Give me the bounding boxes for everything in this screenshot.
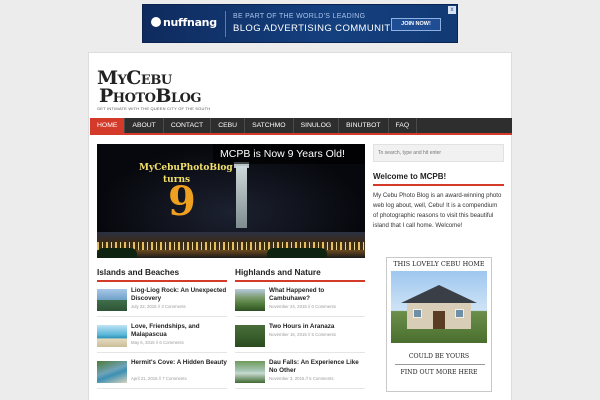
- house-roof: [401, 285, 477, 303]
- post-item[interactable]: Love, Friendships, and Malapascua May 6,…: [97, 323, 227, 353]
- nuffnang-logo: nuffnang: [151, 16, 217, 29]
- post-thumbnail[interactable]: [235, 325, 265, 347]
- post-title[interactable]: Dau Falls: An Experience Like No Other: [269, 359, 365, 375]
- logo-line-2: PhotoBlog: [99, 85, 202, 107]
- slider-art-number: 9: [168, 178, 196, 225]
- logo-tagline: GET INTIMATE WITH THE QUEEN CITY OF THE …: [97, 106, 211, 111]
- post-meta: May 6, 2015 // 6 Comments: [131, 340, 184, 345]
- post-title[interactable]: Love, Friendships, and Malapascua: [131, 323, 227, 339]
- post-meta: November 24, 2015 // 0 Comments: [269, 304, 336, 309]
- house-ad-cta[interactable]: FIND OUT MORE HERE: [387, 369, 491, 376]
- house-window: [455, 309, 464, 318]
- post-meta: July 22, 2015 // 3 Comments: [131, 304, 186, 309]
- house-door: [433, 311, 445, 329]
- page-container: MyCebu PhotoBlog GET INTIMATE WITH THE Q…: [88, 52, 512, 400]
- welcome-heading: Welcome to MCPB!: [373, 172, 504, 186]
- post-item[interactable]: Two Hours in Aranaza November 16, 2015 /…: [235, 323, 365, 353]
- post-thumbnail[interactable]: [235, 361, 265, 383]
- ad-close-icon[interactable]: x: [448, 6, 456, 14]
- ad-divider: [225, 11, 226, 37]
- nav-item-contact[interactable]: CONTACT: [164, 118, 212, 133]
- section-heading-highlands[interactable]: Highlands and Nature: [235, 267, 365, 282]
- ad-line-1: BE PART OF THE WORLD'S LEADING: [233, 13, 366, 20]
- featured-slider[interactable]: MyCebuPhotoBlog turns 9 MCPB is Now 9 Ye…: [97, 144, 365, 258]
- house-window: [413, 309, 422, 318]
- post-title[interactable]: Hermit's Cove: A Hidden Beauty: [131, 359, 227, 367]
- ad-join-button[interactable]: JOIN NOW!: [391, 18, 441, 31]
- house-photo[interactable]: [391, 271, 487, 343]
- trees-right: [267, 248, 327, 258]
- post-meta: November 3, 2015 // 5 Comments: [269, 376, 334, 381]
- post-meta: April 21, 2015 // 7 Comments: [131, 376, 187, 381]
- nav-item-binutbot[interactable]: BINUTBOT: [339, 118, 389, 133]
- ad-banner[interactable]: nuffnang BE PART OF THE WORLD'S LEADING …: [142, 4, 458, 43]
- house-ad-divider: [395, 364, 485, 365]
- house-ad-mid-text: COULD BE YOURS: [408, 353, 470, 360]
- nav-item-satchmo[interactable]: SATCHMO: [245, 118, 294, 133]
- main-nav: HOME ABOUT CONTACT CEBU SATCHMO SINULOG …: [90, 118, 512, 135]
- post-thumbnail[interactable]: [97, 361, 127, 383]
- post-thumbnail[interactable]: [235, 289, 265, 311]
- welcome-text: My Cebu Photo Blog is an award-winning p…: [373, 192, 502, 229]
- post-title[interactable]: Liog-Liog Rock: An Unexpected Discovery: [131, 287, 227, 303]
- ad-line-2: BLOG ADVERTISING COMMUNITY: [233, 23, 398, 34]
- post-item[interactable]: Liog-Liog Rock: An Unexpected Discovery …: [97, 287, 227, 317]
- trees-left: [97, 248, 137, 258]
- nav-item-faq[interactable]: FAQ: [389, 118, 418, 133]
- slider-art-title: MyCebuPhotoBlog: [139, 163, 233, 173]
- house-ad-top-text: THIS LOVELY CEBU HOME: [393, 260, 485, 268]
- slider-title[interactable]: MCPB is Now 9 Years Old!: [213, 144, 365, 164]
- post-title[interactable]: Two Hours in Aranaza: [269, 323, 365, 331]
- section-heading-islands[interactable]: Islands and Beaches: [97, 267, 227, 282]
- post-item[interactable]: Hermit's Cove: A Hidden Beauty April 21,…: [97, 359, 227, 389]
- post-item[interactable]: What Happened to Cambuhawe? November 24,…: [235, 287, 365, 317]
- nav-item-sinulog[interactable]: SINULOG: [294, 118, 340, 133]
- site-logo[interactable]: MyCebu PhotoBlog GET INTIMATE WITH THE Q…: [97, 69, 211, 112]
- house-ad[interactable]: THIS LOVELY CEBU HOME COULD BE YOURS FIN…: [386, 257, 492, 392]
- search-input[interactable]: To search, type and hit enter: [373, 144, 504, 162]
- post-thumbnail[interactable]: [97, 289, 127, 311]
- post-meta: November 16, 2015 // 5 Comments: [269, 332, 336, 337]
- nav-item-home[interactable]: HOME: [90, 118, 126, 133]
- post-thumbnail[interactable]: [97, 325, 127, 347]
- tower-building: [236, 166, 247, 228]
- post-item[interactable]: Dau Falls: An Experience Like No Other N…: [235, 359, 365, 389]
- post-title[interactable]: What Happened to Cambuhawe?: [269, 287, 365, 303]
- nav-item-cebu[interactable]: CEBU: [211, 118, 246, 133]
- nav-item-about[interactable]: ABOUT: [125, 118, 164, 133]
